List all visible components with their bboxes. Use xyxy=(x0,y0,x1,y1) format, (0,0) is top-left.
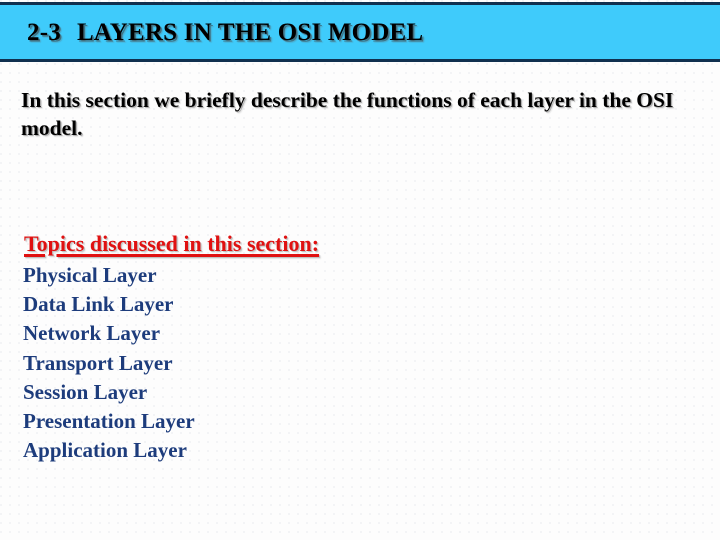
intro-paragraph: In this section we briefly describe the … xyxy=(21,88,674,140)
slide-header-band: 2-3 LAYERS IN THE OSI MODEL xyxy=(0,2,720,62)
list-item: Network Layer xyxy=(23,321,161,346)
section-title-text: LAYERS IN THE OSI MODEL xyxy=(76,18,424,46)
list-item: Presentation Layer xyxy=(23,409,195,434)
list-item: Transport Layer xyxy=(23,350,173,375)
topics-heading: Topics discussed in this section: xyxy=(24,231,320,256)
list-item: Physical Layer xyxy=(23,263,157,287)
list-item: Data Link Layer xyxy=(23,292,174,317)
list-item: Application Layer xyxy=(23,438,187,463)
slide-canvas: 2-3 LAYERS IN THE OSI MODEL In this secti… xyxy=(0,0,720,540)
page-title: 2-3 LAYERS IN THE OSI MODEL xyxy=(27,20,423,45)
list-item: Session Layer xyxy=(23,379,148,404)
topics-list: Physical Layer Data Link Layer Network L… xyxy=(23,261,195,465)
section-number: 2-3 xyxy=(27,18,61,46)
